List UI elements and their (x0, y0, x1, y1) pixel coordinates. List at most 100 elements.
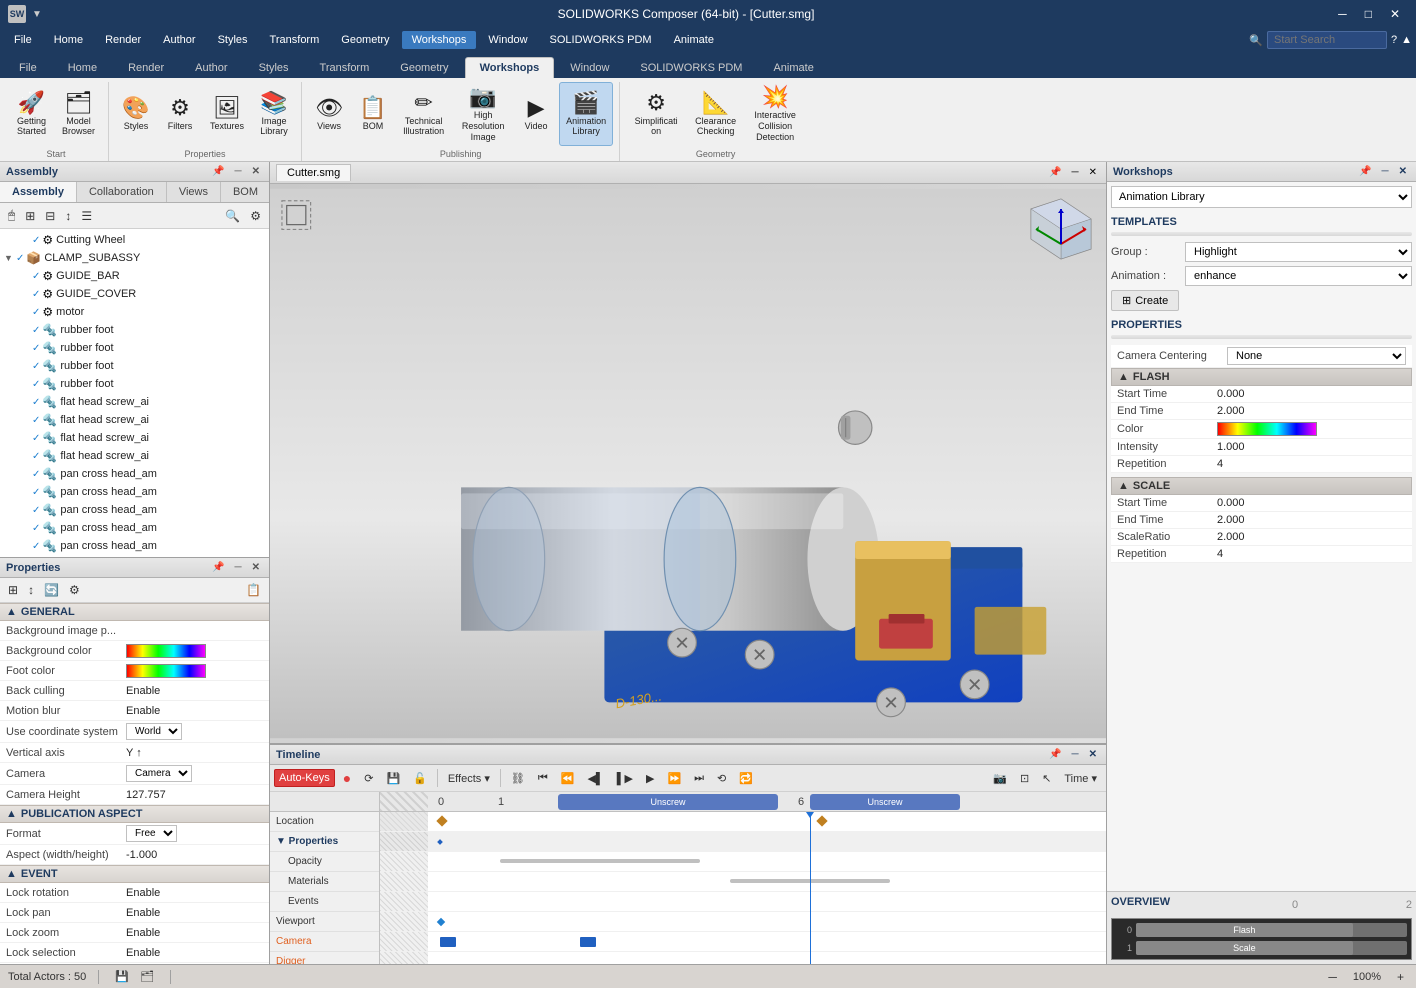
prop-btn-4[interactable]: ⚙ (65, 580, 84, 600)
check-clamp-subassy[interactable]: ✓ (16, 253, 24, 264)
clearance-checking-button[interactable]: 📐 ClearanceChecking (688, 82, 743, 146)
ribbon-tab-workshops[interactable]: Workshops (465, 57, 555, 78)
status-btn-2[interactable]: 🗂 (136, 967, 158, 986)
interactive-collision-detection-button[interactable]: 💥 InteractiveCollision Detection (745, 82, 805, 146)
viewport-canvas[interactable]: D-130... (270, 184, 1106, 743)
list-view-button[interactable]: ☰ (77, 205, 96, 226)
filters-button[interactable]: ⚙ Filters (159, 82, 201, 146)
check-rubber-foot-1[interactable]: ✓ (32, 325, 40, 336)
tree-item-pan-head-5[interactable]: ✓ 🔩 pan cross head_am (0, 537, 269, 555)
expand-clamp-subassy[interactable]: ▼ (4, 253, 16, 263)
menu-file[interactable]: File (4, 31, 42, 49)
textures-button[interactable]: 🖼 Textures (203, 82, 251, 146)
check-pan-head-2[interactable]: ✓ (32, 487, 40, 498)
viewport-pin-button[interactable]: 📌 (1046, 166, 1064, 179)
timeline-track-area[interactable] (380, 812, 1106, 964)
getting-started-button[interactable]: 🚀 GettingStarted (10, 82, 53, 146)
keyframe-add-button[interactable]: 💾 (381, 769, 405, 788)
keyframe-loc-1[interactable] (436, 815, 447, 826)
simplification-button[interactable]: ⚙ Simplification (626, 82, 686, 146)
assembly-tree[interactable]: ✓ ⚙ Cutting Wheel ▼ ✓ 📦 CLAMP_SUBASSY ✓ … (0, 229, 269, 557)
effects-button[interactable]: Effects ▾ (443, 769, 495, 788)
properties-minimize-button[interactable]: ─ (232, 561, 245, 574)
tree-item-flat-screw-4[interactable]: ✓ 🔩 flat head screw_ai (0, 447, 269, 465)
menu-author[interactable]: Author (153, 31, 205, 49)
ribbon-tab-window[interactable]: Window (555, 57, 624, 78)
ribbon-tab-animate[interactable]: Animate (758, 57, 828, 78)
keyframe-loc-2[interactable] (816, 815, 827, 826)
ribbon-tab-styles[interactable]: Styles (244, 57, 304, 78)
repeat-button[interactable]: 🔁 (734, 769, 758, 788)
animation-library-button[interactable]: 🎬 AnimationLibrary (559, 82, 613, 146)
check-pan-head-5[interactable]: ✓ (32, 541, 40, 552)
fast-forward-button[interactable]: ⏩ (662, 769, 686, 788)
menu-styles[interactable]: Styles (208, 31, 258, 49)
bom-button[interactable]: 📋 BOM (352, 82, 394, 146)
close-button[interactable]: ✕ (1382, 5, 1408, 23)
cursor-btn[interactable]: ↖ (1037, 769, 1056, 788)
keyframe-camera-1[interactable] (440, 937, 456, 947)
tree-item-flat-screw-3[interactable]: ✓ 🔩 flat head screw_ai (0, 429, 269, 447)
settings-button[interactable]: ⚙ (246, 205, 265, 226)
check-pan-head-4[interactable]: ✓ (32, 523, 40, 534)
check-motor[interactable]: ✓ (32, 307, 40, 318)
frame-back-button[interactable]: ◀▌ (582, 769, 608, 788)
timeline-tracks[interactable]: 0 1 2 3 4 5 6 7 8 Unscrew (380, 792, 1106, 964)
rewind-button[interactable]: ⏮ (533, 769, 553, 788)
link-button[interactable]: ⛓ (506, 769, 530, 788)
ribbon-tab-transform[interactable]: Transform (305, 57, 385, 78)
viewport-minimize-button[interactable]: ─ (1069, 166, 1082, 179)
lock-button[interactable]: 🔓 (408, 769, 432, 788)
time-dropdown-button[interactable]: Time ▾ (1059, 769, 1102, 788)
assembly-pin-button[interactable]: 📌 (209, 165, 227, 178)
ribbon-tab-render[interactable]: Render (113, 57, 179, 78)
zoom-out-button[interactable]: ─ (1324, 967, 1341, 987)
keyframe-viewport-1[interactable] (437, 918, 445, 926)
animation-library-select[interactable]: Animation Library (1111, 186, 1412, 208)
workshops-close-button[interactable]: ✕ (1396, 165, 1410, 178)
check-pan-head-1[interactable]: ✓ (32, 469, 40, 480)
assembly-minimize-button[interactable]: ─ (232, 165, 245, 178)
menu-window[interactable]: Window (478, 31, 537, 49)
fit-btn[interactable]: ⊡ (1015, 769, 1034, 788)
flash-section-header[interactable]: ▲ FLASH (1111, 368, 1412, 386)
check-guide-cover[interactable]: ✓ (32, 289, 40, 300)
tab-views[interactable]: Views (167, 182, 221, 202)
minimize-button[interactable]: ─ (1330, 5, 1355, 23)
camera-centering-select[interactable]: None (1227, 347, 1406, 365)
tree-item-flat-screw-2[interactable]: ✓ 🔩 flat head screw_ai (0, 411, 269, 429)
check-guide-bar[interactable]: ✓ (32, 271, 40, 282)
ribbon-tab-author[interactable]: Author (180, 57, 242, 78)
play-button[interactable]: ▶ (641, 769, 659, 788)
tree-item-clamp-subassy[interactable]: ▼ ✓ 📦 CLAMP_SUBASSY (0, 249, 269, 267)
workshops-pin-button[interactable]: 📌 (1356, 165, 1374, 178)
check-flat-screw-3[interactable]: ✓ (32, 433, 40, 444)
prop-btn-2[interactable]: ↕ (24, 580, 38, 600)
check-flat-screw-1[interactable]: ✓ (32, 397, 40, 408)
bg-color-swatch[interactable] (126, 644, 206, 658)
viewport-tab[interactable]: Cutter.smg (276, 164, 351, 181)
maximize-button[interactable]: □ (1357, 5, 1380, 23)
tab-collaboration[interactable]: Collaboration (77, 182, 167, 202)
check-pan-head-3[interactable]: ✓ (32, 505, 40, 516)
check-cutting-wheel[interactable]: ✓ (32, 235, 40, 246)
timeline-close-button[interactable]: ✕ (1086, 748, 1100, 761)
keyframe-prop-1[interactable] (437, 839, 443, 845)
views-button[interactable]: 👁 Views (308, 82, 350, 146)
tree-item-rubber-foot-1[interactable]: ✓ 🔩 rubber foot (0, 321, 269, 339)
auto-keys-button[interactable]: Auto-Keys (274, 769, 335, 787)
loop-button[interactable]: ⟲ (712, 769, 731, 788)
end-button[interactable]: ⏭ (689, 769, 709, 788)
tree-item-pan-head-2[interactable]: ✓ 🔩 pan cross head_am (0, 483, 269, 501)
search-input[interactable] (1267, 31, 1387, 49)
ribbon-tab-geometry[interactable]: Geometry (385, 57, 463, 78)
menu-workshops[interactable]: Workshops (402, 31, 477, 49)
step-back-button[interactable]: ⏪ (556, 769, 580, 788)
flash-color-swatch[interactable] (1217, 422, 1317, 436)
ribbon-tab-solidworks-pdm[interactable]: SOLIDWORKS PDM (625, 57, 757, 78)
animation-select[interactable]: enhance (1185, 266, 1412, 286)
tree-item-motor[interactable]: ✓ ⚙ motor (0, 303, 269, 321)
check-rubber-foot-2[interactable]: ✓ (32, 343, 40, 354)
expand-all-button[interactable]: ⊞ (21, 205, 39, 226)
scale-section-header[interactable]: ▲ SCALE (1111, 477, 1412, 495)
